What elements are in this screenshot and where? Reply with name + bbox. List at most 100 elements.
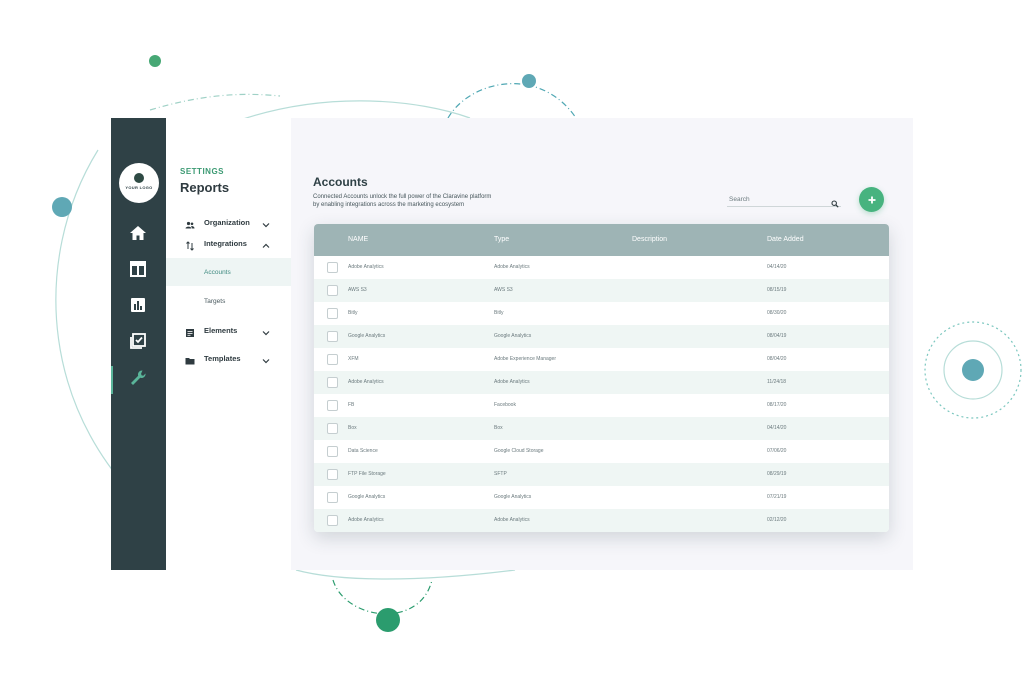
row-checkbox[interactable] [327,308,338,319]
column-header-name[interactable]: NAME [348,236,368,243]
row-checkbox[interactable] [327,446,338,457]
cell-type: Adobe Analytics [494,517,530,523]
accounts-table: NAME Type Description Date Added Adobe A… [314,224,889,532]
table-row[interactable]: FTP File Storage SFTP 08/29/19 [314,463,889,486]
cell-date: 07/06/20 [767,448,787,454]
sidebar-item-label: Templates [204,353,241,363]
table-row[interactable]: Google Analytics Google Analytics 07/21/19 [314,486,889,509]
search-input[interactable] [727,193,827,205]
row-checkbox[interactable] [327,400,338,411]
cell-name: Adobe Analytics [348,517,384,523]
row-checkbox[interactable] [327,285,338,296]
sidebar-title: Reports [180,180,230,195]
sidebar-item-elements[interactable]: Elements [185,322,270,338]
column-header-description[interactable]: Description [632,236,667,243]
cell-name: Google Analytics [348,494,386,500]
table-row[interactable]: Box Box 04/14/20 [314,417,889,440]
row-checkbox[interactable] [327,492,338,503]
decor-dot-teal-top [522,74,536,88]
cell-date: 04/14/20 [767,425,787,431]
cell-type: Box [494,425,503,431]
cell-name: XFM [348,356,359,362]
row-checkbox[interactable] [327,515,338,526]
sidebar-item-organization[interactable]: Organization [185,214,270,230]
table-layout-icon[interactable] [128,259,148,279]
cell-date: 02/12/20 [767,517,787,523]
decor-dot-green-bottom [376,608,400,632]
chevron-down-icon[interactable] [261,325,271,336]
column-header-type[interactable]: Type [494,236,509,243]
folder-icon [185,353,195,365]
cell-date: 08/17/20 [767,402,787,408]
rail-active-indicator [111,366,113,394]
bar-chart-icon[interactable] [128,295,148,315]
cell-name: Box [348,425,357,431]
home-icon[interactable] [128,223,148,243]
cell-date: 08/04/19 [767,333,787,339]
table-row[interactable]: Data Science Google Cloud Storage 07/06/20 [314,440,889,463]
table-row[interactable]: Bitly Bitly 08/30/20 [314,302,889,325]
table-row[interactable]: Adobe Analytics Adobe Analytics 02/12/20 [314,509,889,532]
row-checkbox[interactable] [327,262,338,273]
table-row[interactable]: Adobe Analytics Adobe Analytics 11/24/18 [314,371,889,394]
cell-name: Google Analytics [348,333,386,339]
sidebar-item-label: Elements [204,325,238,335]
sidebar-item-templates[interactable]: Templates [185,350,270,366]
cell-name: Bitly [348,310,358,316]
cell-date: 08/30/20 [767,310,787,316]
sidebar-subitem-accounts[interactable]: Accounts [166,258,291,286]
sidebar-eyebrow: SETTINGS [180,167,225,176]
cell-date: 07/21/19 [767,494,787,500]
row-checkbox[interactable] [327,423,338,434]
chevron-down-icon[interactable] [261,353,271,364]
chevron-up-icon[interactable] [261,238,271,248]
cell-type: Google Analytics [494,494,532,500]
sidebar-subitem-targets[interactable]: Targets [166,287,291,315]
cell-type: Google Cloud Storage [494,448,544,454]
logo-mark [134,173,144,183]
row-checkbox[interactable] [327,377,338,388]
sidebar-subitem-label: Targets [204,297,226,305]
row-checkbox[interactable] [327,469,338,480]
wrench-icon[interactable] [128,368,148,388]
search-icon[interactable] [831,195,839,208]
table-row[interactable]: FB Facebook 08/17/20 [314,394,889,417]
cell-type: Bitly [494,310,504,316]
page-description: Connected Accounts unlock the full power… [313,193,533,209]
row-checkbox[interactable] [327,331,338,342]
chevron-down-icon[interactable] [261,217,271,228]
list-icon [185,325,195,337]
cell-type: SFTP [494,471,507,477]
plus-icon [868,196,875,203]
cell-date: 11/24/18 [767,379,787,385]
table-row[interactable]: XFM Adobe Experience Manager 08/04/20 [314,348,889,371]
sidebar-subitem-label: Accounts [204,268,231,276]
table-row[interactable]: AWS S3 AWS S3 08/15/19 [314,279,889,302]
sidebar-item-label: Organization [204,217,250,227]
brand-logo[interactable]: YOUR LOGO [119,163,159,203]
cell-date: 08/29/19 [767,471,787,477]
cell-type: Adobe Analytics [494,379,530,385]
cell-name: AWS S3 [348,287,367,293]
decor-dot-green-top [149,55,161,67]
cell-name: Adobe Analytics [348,264,384,270]
cell-type: Facebook [494,402,516,408]
table-row[interactable]: Adobe Analytics Adobe Analytics 04/14/20 [314,256,889,279]
checklist-icon[interactable] [128,331,148,351]
table-body: Adobe Analytics Adobe Analytics 04/14/20 AW… [314,256,889,532]
cell-type: Google Analytics [494,333,532,339]
decor-dot-teal-left [52,197,72,217]
cell-name: FTP File Storage [348,471,386,477]
users-icon [185,217,195,229]
sort-arrows-icon [185,238,195,251]
sidebar-item-integrations[interactable]: Integrations [185,235,270,251]
logo-text: YOUR LOGO [125,185,153,190]
cell-type: AWS S3 [494,287,513,293]
column-header-date-added[interactable]: Date Added [767,236,804,243]
sidebar-item-label: Integrations [204,238,247,248]
search-box [727,193,841,208]
row-checkbox[interactable] [327,354,338,365]
cell-name: FB [348,402,355,408]
add-account-button[interactable] [859,187,884,212]
table-row[interactable]: Google Analytics Google Analytics 08/04/19 [314,325,889,348]
